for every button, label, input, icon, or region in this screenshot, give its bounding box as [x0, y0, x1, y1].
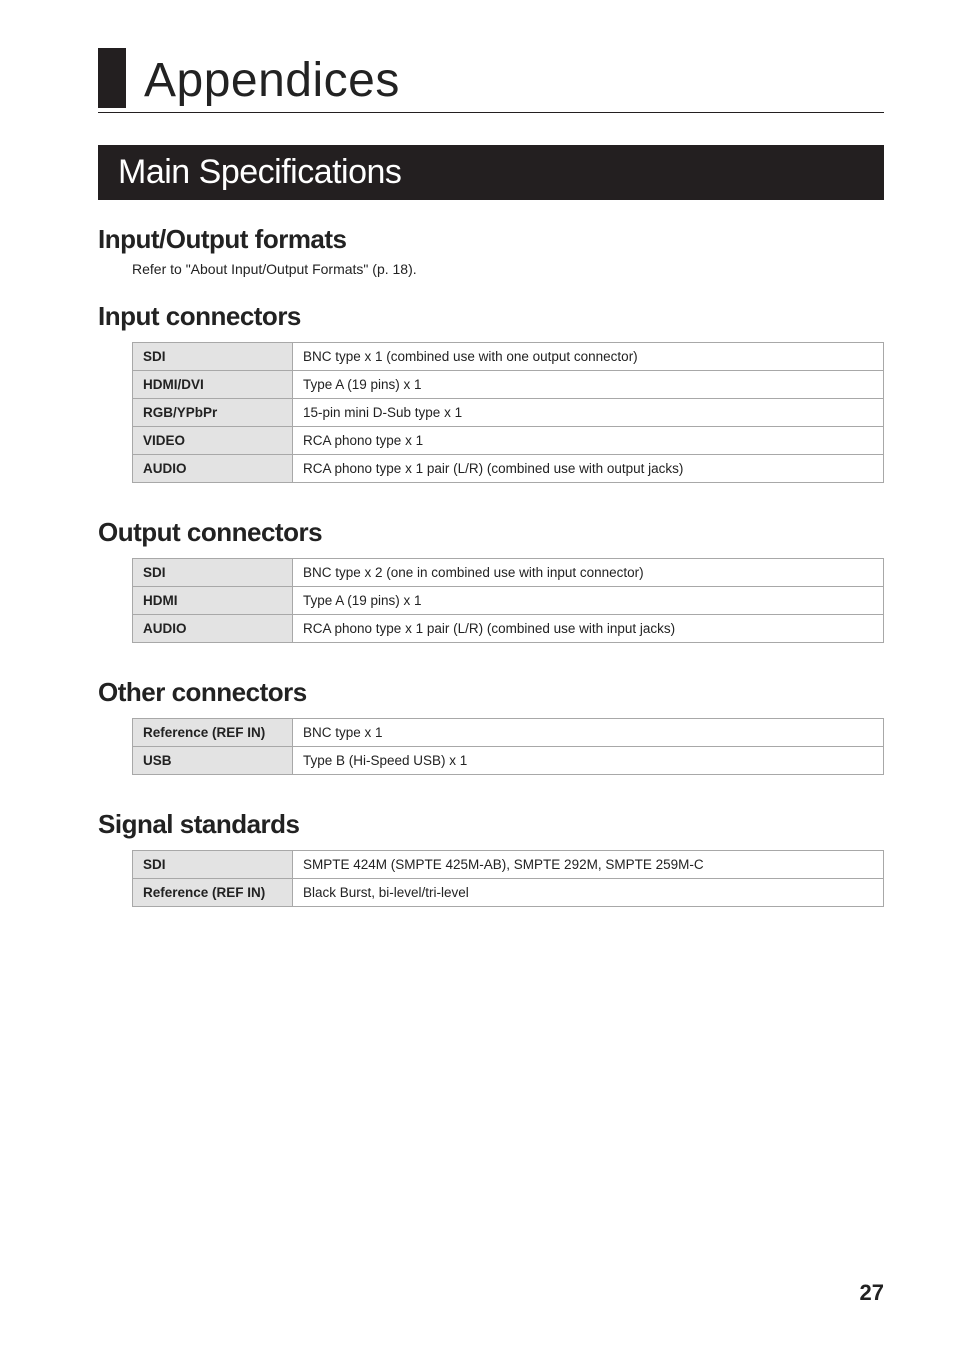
row-value: BNC type x 1 [293, 719, 884, 747]
output-connectors-heading: Output connectors [98, 517, 884, 548]
table-row: AUDIO RCA phono type x 1 pair (L/R) (com… [133, 615, 884, 643]
signal-standards-table: SDI SMPTE 424M (SMPTE 425M-AB), SMPTE 29… [132, 850, 884, 907]
row-label: HDMI/DVI [133, 371, 293, 399]
title-bar-icon [98, 48, 126, 108]
row-value: RCA phono type x 1 [293, 427, 884, 455]
io-formats-heading: Input/Output formats [98, 224, 884, 255]
title-row: Appendices [98, 48, 884, 108]
row-label: VIDEO [133, 427, 293, 455]
other-connectors-heading: Other connectors [98, 677, 884, 708]
table-row: Reference (REF IN) BNC type x 1 [133, 719, 884, 747]
output-connectors-table: SDI BNC type x 2 (one in combined use wi… [132, 558, 884, 643]
page-title: Appendices [144, 53, 400, 108]
section-title: Main Specifications [98, 145, 884, 200]
row-value: Type B (Hi-Speed USB) x 1 [293, 747, 884, 775]
input-connectors-heading: Input connectors [98, 301, 884, 332]
table-row: HDMI/DVI Type A (19 pins) x 1 [133, 371, 884, 399]
row-label: AUDIO [133, 615, 293, 643]
table-row: USB Type B (Hi-Speed USB) x 1 [133, 747, 884, 775]
other-connectors-table: Reference (REF IN) BNC type x 1 USB Type… [132, 718, 884, 775]
row-label: SDI [133, 851, 293, 879]
table-row: HDMI Type A (19 pins) x 1 [133, 587, 884, 615]
row-value: BNC type x 2 (one in combined use with i… [293, 559, 884, 587]
row-value: RCA phono type x 1 pair (L/R) (combined … [293, 455, 884, 483]
row-value: BNC type x 1 (combined use with one outp… [293, 343, 884, 371]
table-row: AUDIO RCA phono type x 1 pair (L/R) (com… [133, 455, 884, 483]
row-value: 15-pin mini D-Sub type x 1 [293, 399, 884, 427]
row-label: Reference (REF IN) [133, 719, 293, 747]
table-row: VIDEO RCA phono type x 1 [133, 427, 884, 455]
row-value: Type A (19 pins) x 1 [293, 371, 884, 399]
signal-standards-heading: Signal standards [98, 809, 884, 840]
row-value: Black Burst, bi-level/tri-level [293, 879, 884, 907]
table-row: Reference (REF IN) Black Burst, bi-level… [133, 879, 884, 907]
table-row: SDI BNC type x 1 (combined use with one … [133, 343, 884, 371]
title-underline [98, 112, 884, 113]
row-label: SDI [133, 559, 293, 587]
row-label: USB [133, 747, 293, 775]
table-row: SDI SMPTE 424M (SMPTE 425M-AB), SMPTE 29… [133, 851, 884, 879]
row-label: SDI [133, 343, 293, 371]
page-number: 27 [860, 1280, 884, 1306]
row-label: Reference (REF IN) [133, 879, 293, 907]
row-value: SMPTE 424M (SMPTE 425M-AB), SMPTE 292M, … [293, 851, 884, 879]
table-row: SDI BNC type x 2 (one in combined use wi… [133, 559, 884, 587]
row-label: RGB/YPbPr [133, 399, 293, 427]
input-connectors-table: SDI BNC type x 1 (combined use with one … [132, 342, 884, 483]
row-label: AUDIO [133, 455, 293, 483]
row-value: RCA phono type x 1 pair (L/R) (combined … [293, 615, 884, 643]
row-label: HDMI [133, 587, 293, 615]
table-row: RGB/YPbPr 15-pin mini D-Sub type x 1 [133, 399, 884, 427]
io-formats-note: Refer to "About Input/Output Formats" (p… [132, 261, 884, 277]
row-value: Type A (19 pins) x 1 [293, 587, 884, 615]
